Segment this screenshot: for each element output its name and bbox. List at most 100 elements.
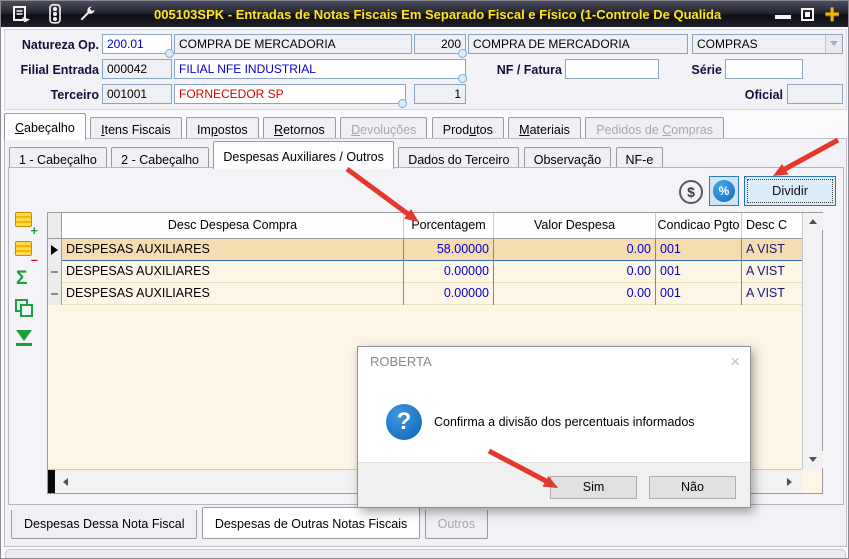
header-valor-despesa: Valor Despesa bbox=[494, 213, 656, 238]
dollar-glyph: $ bbox=[687, 184, 695, 200]
row-dash bbox=[51, 271, 58, 273]
filial-desc-field[interactable]: FILIAL NFE INDUSTRIAL bbox=[174, 59, 466, 79]
tab-cabecalho[interactable]: Cabeçalho bbox=[4, 113, 86, 140]
lookup-icon[interactable] bbox=[398, 99, 407, 108]
minus-glyph: – bbox=[30, 252, 38, 267]
cell-valor[interactable]: 0.00 bbox=[494, 283, 656, 305]
traffic-light-icon[interactable] bbox=[43, 4, 67, 24]
nf-fatura-input[interactable] bbox=[565, 59, 659, 79]
scroll-down-button[interactable] bbox=[803, 451, 823, 468]
percent-mode-button[interactable]: % bbox=[709, 176, 739, 206]
chevron-right-icon bbox=[787, 478, 792, 486]
percent-icon: % bbox=[713, 180, 735, 202]
table-row[interactable]: DESPESAS AUXILIARES 58.00000 0.00 001 A … bbox=[48, 239, 802, 261]
main-tabs: Cabeçalho Itens Fiscais Impostos Retorno… bbox=[4, 113, 725, 142]
delete-row-button[interactable]: – bbox=[13, 239, 38, 267]
terceiro-label: Terceiro bbox=[50, 88, 99, 102]
currency-mode-icon[interactable]: $ bbox=[679, 180, 703, 204]
cell-condicao[interactable]: 001 bbox=[656, 239, 742, 261]
nf-fatura-label: NF / Fatura bbox=[496, 63, 562, 77]
terceiro-qty-field[interactable]: 1 bbox=[414, 84, 466, 104]
sum-icon: Σ bbox=[16, 268, 28, 289]
tab-despesas-dessa-nota[interactable]: Despesas Dessa Nota Fiscal bbox=[11, 510, 198, 539]
lookup-icon[interactable] bbox=[458, 74, 467, 83]
cell-desc-cond[interactable]: A VIST bbox=[742, 239, 802, 261]
oficial-label: Oficial bbox=[744, 88, 783, 102]
cell-condicao[interactable]: 001 bbox=[656, 261, 742, 283]
filial-code-field[interactable]: 000042 bbox=[102, 59, 172, 79]
header-desc-cond: Desc C bbox=[742, 213, 802, 238]
lookup-icon[interactable] bbox=[458, 49, 467, 58]
dialog-message: Confirma a divisão dos percentuais infor… bbox=[434, 415, 695, 429]
app-window: 005103SPK - Entradas de Notas Fiscais Em… bbox=[0, 0, 849, 559]
move-bottom-button[interactable] bbox=[13, 326, 37, 350]
cell-porcentagem[interactable]: 58.00000 bbox=[404, 239, 494, 261]
row-dash bbox=[51, 293, 58, 295]
wrench-icon[interactable] bbox=[76, 4, 100, 24]
chevron-left-icon bbox=[63, 478, 68, 486]
dialog-close-icon[interactable]: × bbox=[730, 352, 740, 372]
tab-despesas-outras-notas[interactable]: Despesas de Outras Notas Fiscais bbox=[201, 507, 421, 539]
cell-condicao[interactable]: 001 bbox=[656, 283, 742, 305]
delete-row-icon bbox=[15, 241, 32, 256]
terceiro-code-field[interactable]: 001001 bbox=[102, 84, 172, 104]
fixed-column-strip bbox=[48, 470, 55, 493]
cell-desc[interactable]: DESPESAS AUXILIARES bbox=[62, 239, 404, 261]
oficial-field[interactable] bbox=[787, 84, 843, 104]
serie-label: Série bbox=[691, 63, 722, 77]
table-row[interactable]: DESPESAS AUXILIARES 0.00000 0.00 001 A V… bbox=[48, 283, 802, 305]
table-row[interactable]: DESPESAS AUXILIARES 0.00000 0.00 001 A V… bbox=[48, 261, 802, 283]
dividir-button[interactable]: Dividir bbox=[744, 176, 836, 206]
form-menu-icon[interactable] bbox=[10, 4, 34, 24]
restore-button[interactable] bbox=[801, 7, 815, 21]
window-title: 005103SPK - Entradas de Notas Fiscais Em… bbox=[154, 6, 722, 22]
cell-desc[interactable]: DESPESAS AUXILIARES bbox=[62, 283, 404, 305]
lookup-icon[interactable] bbox=[165, 49, 174, 58]
minimize-button[interactable] bbox=[775, 15, 792, 19]
cell-porcentagem[interactable]: 0.00000 bbox=[404, 261, 494, 283]
scrollbar-corner bbox=[802, 469, 822, 493]
serie-input[interactable] bbox=[725, 59, 803, 79]
vertical-scrollbar[interactable] bbox=[802, 213, 823, 469]
close-button[interactable]: + bbox=[824, 1, 840, 28]
header-porcentagem: Porcentagem bbox=[404, 213, 494, 238]
subtab-despesas-auxiliares[interactable]: Despesas Auxiliares / Outros bbox=[213, 141, 394, 169]
cell-valor[interactable]: 0.00 bbox=[494, 239, 656, 261]
header-indicator bbox=[48, 213, 62, 238]
chevron-down-icon bbox=[809, 457, 817, 462]
chevron-up-icon bbox=[809, 219, 817, 224]
scroll-right-button[interactable] bbox=[780, 473, 800, 490]
arrow-down-icon bbox=[16, 330, 32, 341]
natureza-code-field[interactable]: 200.01 bbox=[102, 34, 172, 54]
natureza-tipo-value: COMPRAS bbox=[697, 37, 758, 51]
natureza-label: Natureza Op. bbox=[21, 38, 99, 52]
add-row-button[interactable]: + bbox=[13, 210, 38, 238]
natureza-desc2-field[interactable]: COMPRA DE MERCADORIA bbox=[468, 34, 688, 54]
titlebar: 005103SPK - Entradas de Notas Fiscais Em… bbox=[1, 1, 848, 28]
grid-toolbar: + – Σ bbox=[13, 210, 43, 355]
cell-desc-cond[interactable]: A VIST bbox=[742, 283, 802, 305]
chevron-down-icon bbox=[825, 35, 842, 53]
terceiro-desc-field[interactable]: FORNECEDOR SP bbox=[174, 84, 406, 104]
scroll-up-button[interactable] bbox=[803, 213, 823, 230]
cell-porcentagem[interactable]: 0.00000 bbox=[404, 283, 494, 305]
plus-glyph: + bbox=[30, 223, 38, 238]
header-desc-despesa: Desc Despesa Compra bbox=[62, 213, 404, 238]
current-row-arrow-icon bbox=[51, 245, 58, 255]
row-indicator bbox=[48, 261, 62, 283]
header-condicao-pgto: Condicao Pgto bbox=[656, 213, 742, 238]
grid-header: Desc Despesa Compra Porcentagem Valor De… bbox=[48, 213, 802, 239]
natureza-desc-field[interactable]: COMPRA DE MERCADORIA bbox=[174, 34, 412, 54]
cell-desc-cond[interactable]: A VIST bbox=[742, 261, 802, 283]
cell-desc[interactable]: DESPESAS AUXILIARES bbox=[62, 261, 404, 283]
dialog-footer: Sim Não bbox=[358, 462, 750, 507]
copy-button[interactable] bbox=[13, 297, 37, 321]
sub-tabs: 1 - Cabeçalho 2 - Cabeçalho Despesas Aux… bbox=[9, 141, 664, 172]
natureza-tipo-combobox[interactable]: COMPRAS bbox=[692, 34, 843, 54]
scroll-left-button[interactable] bbox=[57, 473, 77, 490]
sim-button[interactable]: Sim bbox=[550, 476, 637, 499]
sum-button[interactable]: Σ bbox=[13, 268, 37, 292]
cell-valor[interactable]: 0.00 bbox=[494, 261, 656, 283]
header-form: Natureza Op. 200.01 COMPRA DE MERCADORIA… bbox=[4, 29, 847, 110]
nao-button[interactable]: Não bbox=[649, 476, 736, 499]
